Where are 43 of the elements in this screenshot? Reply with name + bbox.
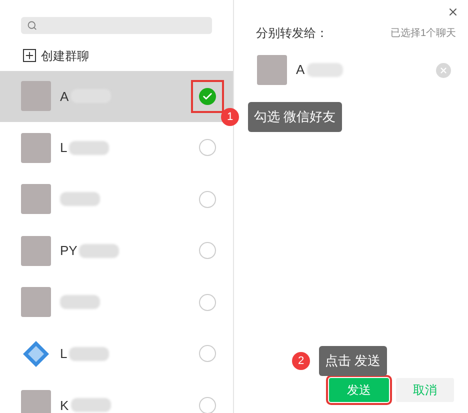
unchecked-checkbox[interactable] xyxy=(199,396,216,413)
redacted-name-blur xyxy=(306,63,343,77)
selected-count: 已选择1个聊天 xyxy=(390,26,456,40)
contact-name: K xyxy=(60,396,69,413)
unchecked-checkbox[interactable] xyxy=(199,190,216,208)
avatar-photo-placeholder xyxy=(21,81,51,112)
close-icon xyxy=(439,66,448,74)
remove-button[interactable] xyxy=(436,62,451,78)
highlight-frame xyxy=(191,80,224,113)
contact-name: PY xyxy=(60,242,78,260)
avatar-photo-placeholder xyxy=(21,390,51,413)
redacted-name-blur xyxy=(69,346,110,361)
redacted-name-blur xyxy=(60,295,100,310)
step-number-badge: 1 xyxy=(221,108,239,126)
search-field[interactable] xyxy=(21,17,212,34)
checked-checkbox[interactable] xyxy=(199,88,216,105)
redacted-name-blur xyxy=(70,398,111,412)
unchecked-checkbox[interactable] xyxy=(199,345,216,362)
search-icon xyxy=(27,20,38,31)
redacted-name-blur xyxy=(69,140,110,155)
plus-icon xyxy=(23,49,36,62)
contact-name: L xyxy=(60,139,68,157)
contact-name: L xyxy=(60,345,68,363)
annotation-tooltip: 点击 发送 xyxy=(319,346,387,376)
create-group-button[interactable]: 创建群聊 xyxy=(23,48,89,64)
unchecked-checkbox[interactable] xyxy=(199,139,216,156)
logo-avatar-icon xyxy=(21,338,51,369)
step-number-badge: 2 xyxy=(292,352,310,370)
avatar-photo-placeholder xyxy=(257,55,287,85)
check-icon xyxy=(202,90,213,102)
avatar-photo-placeholder xyxy=(21,184,51,214)
unchecked-checkbox[interactable] xyxy=(199,242,216,260)
redacted-name-blur xyxy=(60,192,100,206)
panel-title: 分别转发给： xyxy=(256,25,328,42)
redacted-name-blur xyxy=(79,244,120,258)
avatar-photo-placeholder xyxy=(21,236,51,266)
close-button[interactable] xyxy=(447,6,459,18)
unchecked-checkbox[interactable] xyxy=(199,294,216,311)
recipient-name: A xyxy=(296,61,305,80)
avatar-photo-placeholder xyxy=(21,287,51,318)
contact-name: A xyxy=(60,88,69,106)
avatar-photo-placeholder xyxy=(21,132,51,163)
annotation-tooltip: 勾选 微信好友 xyxy=(248,102,342,132)
